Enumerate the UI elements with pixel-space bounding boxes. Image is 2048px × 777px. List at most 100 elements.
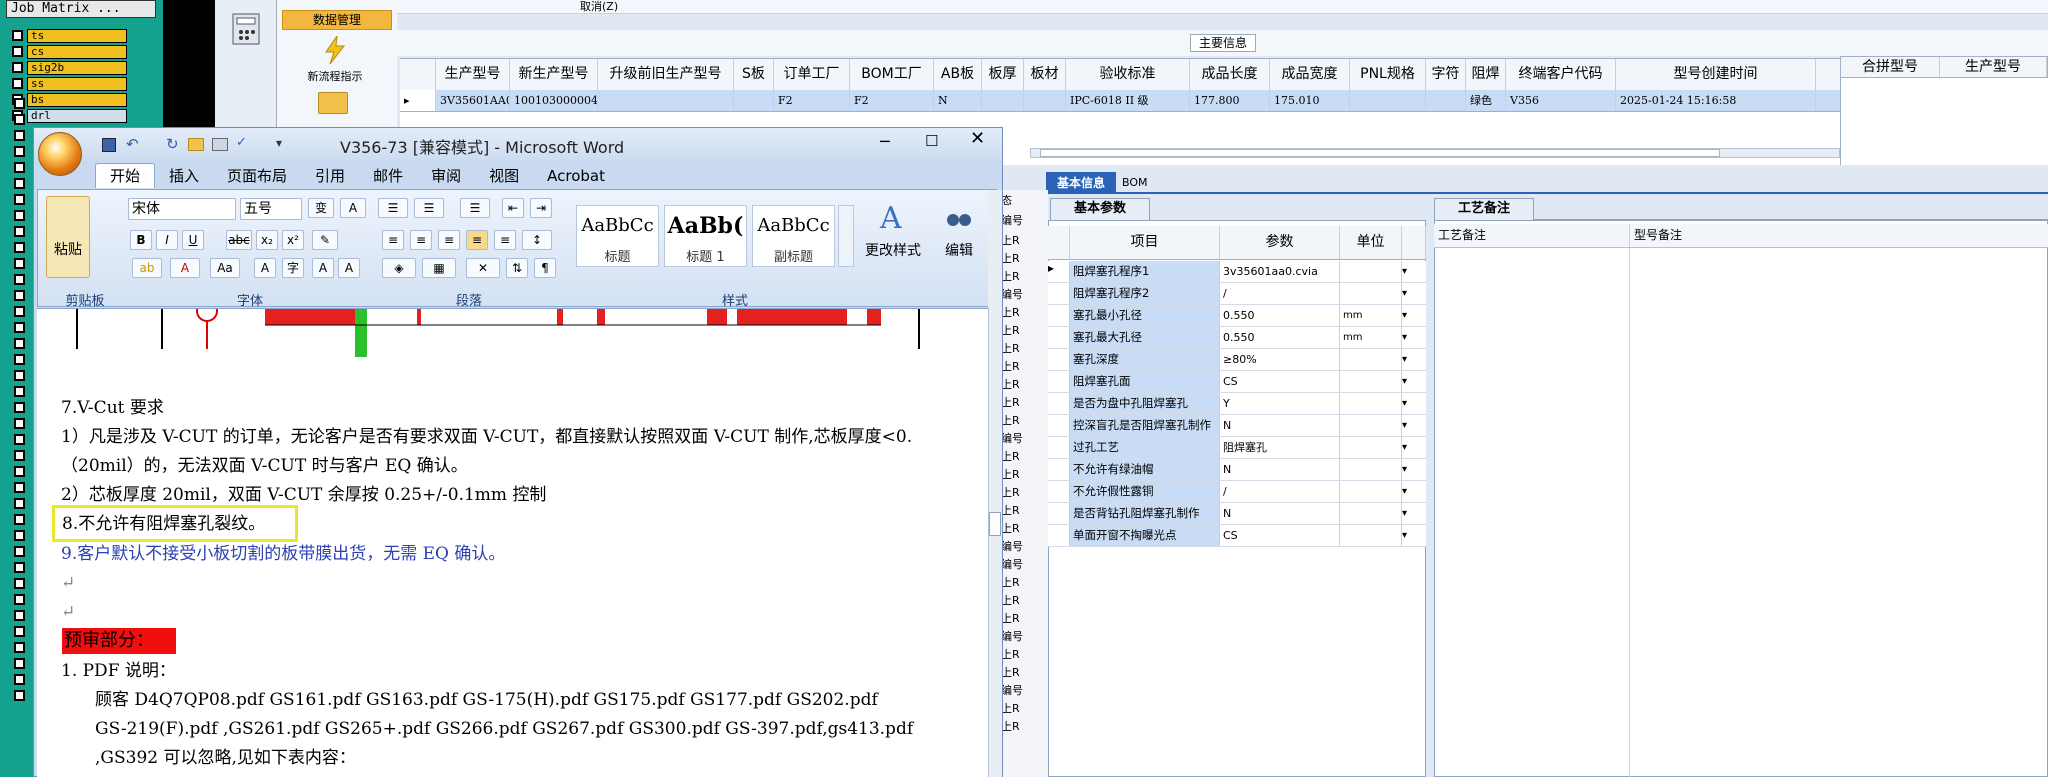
layer-checkbox[interactable]: [14, 626, 25, 637]
font-name-select[interactable]: 宋体: [128, 198, 236, 220]
param-value[interactable]: CS: [1220, 371, 1340, 392]
table-cell[interactable]: 100103000004256: [510, 90, 598, 111]
dropdown-icon[interactable]: ▾: [1402, 261, 1426, 282]
table-row[interactable]: 塞孔最大孔径 0.550 mm ▾: [1048, 327, 1426, 349]
column-header[interactable]: 订单工厂: [774, 59, 850, 90]
underline-icon[interactable]: U: [182, 230, 204, 250]
layer-checkbox[interactable]: [14, 210, 25, 221]
table-row[interactable]: 过孔工艺 阻焊塞孔 ▾: [1048, 437, 1426, 459]
borders-icon[interactable]: ▦: [422, 258, 456, 278]
grow-font-icon[interactable]: A: [312, 258, 334, 278]
layer-checkbox[interactable]: [14, 450, 25, 461]
layer-checkbox[interactable]: [14, 594, 25, 605]
layer-checkbox[interactable]: [14, 546, 25, 557]
tab-home[interactable]: 开始: [95, 163, 156, 188]
layer-checkbox[interactable]: [12, 78, 23, 89]
column-header[interactable]: 型号创建时间: [1616, 59, 1816, 90]
dropdown-icon[interactable]: ▾: [1402, 305, 1426, 326]
layer-checkbox[interactable]: [14, 146, 25, 157]
tab-basic-params[interactable]: 基本参数: [1050, 198, 1150, 220]
spellcheck-icon[interactable]: ✓: [236, 135, 247, 150]
table-row[interactable]: 不允许假性露铜 / ▾: [1048, 481, 1426, 503]
layer-row[interactable]: ts: [12, 28, 132, 43]
param-value[interactable]: ≥80%: [1220, 349, 1340, 370]
layer-checkbox[interactable]: [14, 114, 25, 125]
increase-indent-icon[interactable]: ⇥: [530, 198, 552, 218]
tab-references[interactable]: 引用: [301, 164, 359, 188]
table-cell[interactable]: [1024, 90, 1066, 111]
layer-checkbox[interactable]: [14, 226, 25, 237]
param-value[interactable]: 0.550: [1220, 305, 1340, 326]
dropdown-icon[interactable]: ▾: [1402, 459, 1426, 480]
layer-checkbox[interactable]: [14, 322, 25, 333]
layer-checkbox[interactable]: [14, 98, 25, 109]
job-matrix-title[interactable]: Job Matrix ...: [6, 0, 156, 18]
column-header[interactable]: 合拼型号: [1841, 57, 1941, 77]
column-header[interactable]: 阻焊: [1466, 59, 1506, 90]
layer-checkbox[interactable]: [14, 674, 25, 685]
distribute-icon[interactable]: ≡: [494, 230, 516, 250]
tab-basic-info[interactable]: 基本信息: [1046, 172, 1116, 194]
calculator-icon[interactable]: [229, 10, 269, 50]
table-row[interactable]: 控深盲孔是否阻焊塞孔制作 N ▾: [1048, 415, 1426, 437]
layer-label[interactable]: ts: [27, 28, 127, 43]
layer-checkbox[interactable]: [14, 578, 25, 589]
dropdown-icon[interactable]: ▾: [1402, 327, 1426, 348]
layer-checkbox[interactable]: [14, 562, 25, 573]
align-left-icon[interactable]: ≡: [382, 230, 404, 250]
layer-checkbox[interactable]: [14, 514, 25, 525]
table-cell[interactable]: 3V35601AA0: [436, 90, 510, 111]
undo-icon[interactable]: ↶: [126, 135, 139, 153]
align-right-icon[interactable]: ≡: [438, 230, 460, 250]
table-row[interactable]: 塞孔最小孔径 0.550 mm ▾: [1048, 305, 1426, 327]
layer-row[interactable]: ss: [12, 76, 132, 91]
column-header[interactable]: 型号备注: [1630, 224, 2048, 247]
enclose-char-icon[interactable]: 字: [282, 258, 304, 278]
column-header[interactable]: BOM工厂: [850, 59, 934, 90]
layer-checkbox[interactable]: [14, 642, 25, 653]
table-cell[interactable]: V356: [1506, 90, 1616, 111]
bold-icon[interactable]: B: [130, 230, 152, 250]
style-heading-1[interactable]: AaBb(标题 1: [664, 205, 747, 267]
style-title[interactable]: AaBbCc 标题: [576, 205, 659, 267]
layer-checkbox[interactable]: [14, 370, 25, 381]
layer-checkbox[interactable]: [14, 194, 25, 205]
tab-review[interactable]: 审阅: [417, 164, 475, 188]
column-header[interactable]: 生产型号: [436, 59, 510, 90]
clear-format-icon[interactable]: ✎: [312, 230, 338, 250]
layer-checkbox[interactable]: [14, 418, 25, 429]
justify-icon[interactable]: ≡: [466, 230, 488, 250]
cancel-menu-item[interactable]: 取消(Z): [580, 0, 618, 13]
table-cell[interactable]: IPC-6018 II 级: [1066, 90, 1190, 111]
param-value[interactable]: CS: [1220, 525, 1340, 546]
lightning-icon[interactable]: [322, 36, 348, 64]
dropdown-icon[interactable]: ▾: [1402, 481, 1426, 502]
table-row[interactable]: 阻焊塞孔程序2/ ▾: [1048, 283, 1426, 305]
sort-icon[interactable]: ⇅: [506, 258, 528, 278]
subscript-icon[interactable]: x₂: [256, 230, 278, 250]
tab-mailings[interactable]: 邮件: [359, 164, 417, 188]
save-icon[interactable]: [102, 138, 116, 152]
chinese-layout-icon[interactable]: ✕: [466, 258, 500, 278]
param-value[interactable]: 3v35601aa0.cvia: [1220, 261, 1340, 282]
italic-icon[interactable]: I: [156, 230, 178, 250]
column-header[interactable]: 成品宽度: [1270, 59, 1350, 90]
layer-checkbox[interactable]: [14, 466, 25, 477]
column-header[interactable]: 成品长度: [1190, 59, 1270, 90]
table-cell[interactable]: F2: [774, 90, 850, 111]
column-header[interactable]: 验收标准: [1066, 59, 1190, 90]
change-case-icon[interactable]: Aa: [210, 258, 240, 278]
column-header[interactable]: 单位: [1340, 226, 1402, 259]
ruler-toggle[interactable]: [988, 190, 1002, 308]
dropdown-icon[interactable]: ▾: [1402, 437, 1426, 458]
layer-checkbox[interactable]: [14, 178, 25, 189]
tab-view[interactable]: 视图: [475, 164, 533, 188]
layer-checkbox[interactable]: [14, 434, 25, 445]
param-value[interactable]: N: [1220, 459, 1340, 480]
phonetic-icon[interactable]: 变: [308, 198, 334, 218]
folder-icon[interactable]: [318, 92, 348, 114]
layer-checkbox[interactable]: [14, 354, 25, 365]
table-cell[interactable]: 绿色: [1466, 90, 1506, 111]
numbering-icon[interactable]: ☰: [414, 198, 444, 218]
scrollbar-thumb[interactable]: [989, 512, 1001, 536]
